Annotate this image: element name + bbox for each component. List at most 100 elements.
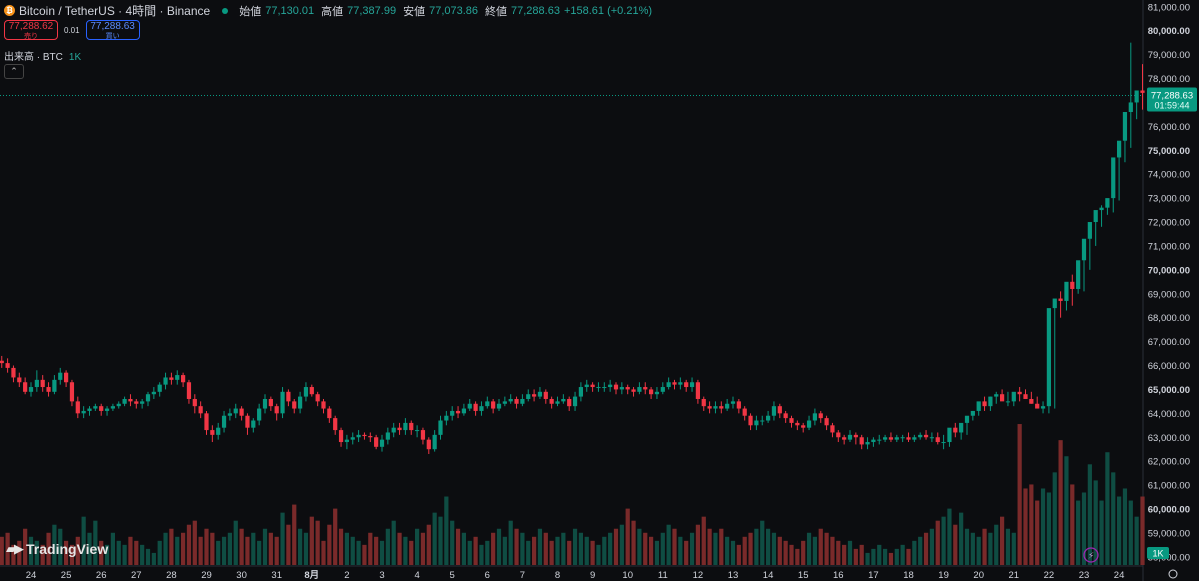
time-tick-label: 8月 [304, 570, 319, 581]
volume-bar [894, 548, 899, 565]
candle-body [362, 434, 367, 437]
volume-bar [795, 548, 800, 565]
volume-bar [502, 536, 507, 565]
volume-bar [643, 532, 648, 565]
candle-body [865, 442, 870, 445]
volume-bar [485, 540, 490, 565]
collapse-legend-button[interactable]: ⌃ [4, 64, 24, 79]
candle-body [286, 391, 291, 402]
change-value: +158.61 (+0.21%) [563, 4, 653, 17]
candle-body [239, 408, 244, 416]
volume-bar [216, 540, 221, 565]
volume-bar [754, 528, 759, 565]
candle-body [882, 437, 888, 440]
candlestick-chart[interactable]: 81,000.00 80,000.00 79,000.00 78,000.00 77,0… [0, 0, 1199, 581]
volume-bar [713, 532, 718, 565]
volume-bar [309, 516, 314, 565]
candle-body [1040, 406, 1046, 409]
volume-bar [379, 540, 385, 565]
volume-bar [1140, 496, 1145, 565]
volume-bar [929, 528, 935, 565]
price-tick-label: 67,000.00 [1148, 337, 1190, 348]
volume-bar [327, 524, 332, 565]
candle-body [414, 430, 420, 432]
candle-body [274, 406, 279, 414]
candle-body [397, 427, 402, 431]
time-tick-label: 5 [450, 570, 455, 581]
trade-buttons: 77,288.62 売り 0.01 77,288.63 買い [4, 20, 140, 40]
volume-bar [549, 540, 554, 565]
candle-body [385, 432, 390, 440]
volume-bar [842, 544, 847, 565]
tradingview-logo[interactable]: ▰▶ TradingView [6, 541, 108, 557]
candle-body [450, 410, 455, 416]
time-tick-label: 30 [236, 570, 247, 581]
candle-body [853, 434, 858, 438]
candle-body [888, 437, 894, 440]
time-tick-label: 11 [658, 570, 668, 581]
volume-bar [0, 536, 4, 565]
volume-bar [175, 536, 180, 565]
candle-body [1017, 391, 1022, 395]
candle-body [999, 394, 1005, 402]
volume-bar [637, 528, 642, 565]
candle-body [327, 408, 332, 419]
volume-bar [444, 496, 449, 565]
time-tick-label: 12 [693, 570, 704, 581]
candle-body [789, 418, 794, 423]
buy-price: 77,288.63 [90, 21, 135, 32]
candle-body [151, 391, 156, 395]
candle-body [216, 427, 221, 435]
chevron-up-icon: ⌃ [10, 66, 18, 76]
candle-body [1076, 260, 1081, 289]
candle-body [257, 408, 262, 421]
price-tick-label: 80,000.00 [1148, 26, 1190, 37]
sell-button[interactable]: 77,288.62 売り [4, 20, 58, 40]
candle-body [186, 382, 192, 399]
candle-body [672, 382, 677, 385]
time-tick-label: 13 [728, 570, 739, 581]
candle-body [491, 401, 496, 409]
candle-body [935, 437, 940, 443]
price-tick-label: 74,000.00 [1148, 170, 1190, 181]
volume-bar [760, 520, 765, 565]
price-tick-label: 61,000.00 [1148, 481, 1190, 492]
price-tick-label: 78,000.00 [1148, 74, 1190, 85]
volume-bar [608, 532, 613, 565]
candle-body [122, 398, 127, 404]
time-tick-label: 28 [166, 570, 177, 581]
candle-body [297, 396, 303, 409]
candle-body [116, 403, 121, 407]
volume-bar [970, 532, 975, 565]
time-tick-label: 20 [973, 570, 984, 581]
candle-body [947, 427, 952, 443]
candle-body [912, 437, 917, 440]
price-tick-label: 64,000.00 [1148, 409, 1190, 420]
volume-bar [777, 536, 782, 565]
volume-bar [941, 516, 946, 565]
volume-bar [479, 544, 484, 565]
volume-bar [1023, 488, 1028, 565]
candle-body [99, 406, 104, 411]
buy-button[interactable]: 77,288.63 買い [85, 20, 140, 40]
candle-body [309, 387, 314, 395]
volume-bar [1099, 500, 1104, 565]
time-tick-label: 21 [1009, 570, 1020, 581]
candle-body [801, 425, 806, 428]
volume-bar [245, 536, 250, 565]
volume-bar [812, 536, 818, 565]
volume-bar [473, 536, 478, 565]
candle-body [356, 434, 361, 438]
volume-bar [888, 552, 894, 565]
candle-body [17, 377, 22, 383]
symbol-title[interactable]: Bitcoin / TetherUS · 4時間 · Binance [19, 2, 210, 19]
candle-body [438, 420, 443, 435]
volume-indicator-legend[interactable]: 出来高 · BTC 1K [4, 48, 81, 63]
volume-bar [730, 540, 736, 565]
volume-bar [742, 536, 747, 565]
volume-value: 1K [68, 52, 82, 63]
close-label: 終値 [485, 5, 508, 18]
candle-body [432, 434, 437, 450]
volume-bar [157, 540, 162, 565]
volume-bar [877, 544, 882, 565]
